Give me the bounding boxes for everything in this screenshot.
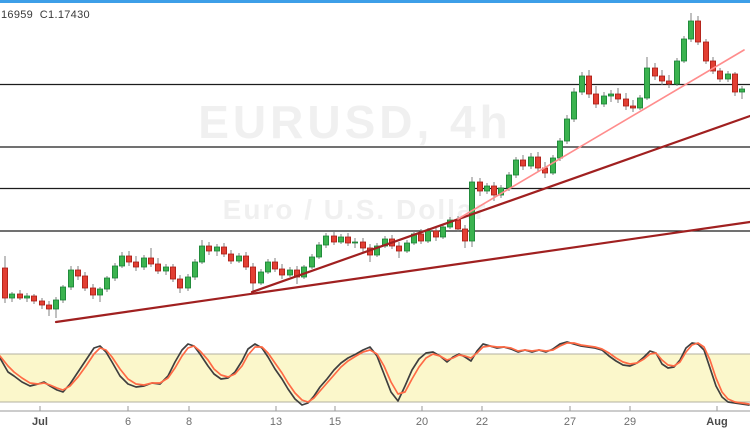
trading-chart-window: 16959 C1.17430 EURUSD, 4h Euro / U.S. Do…	[0, 0, 750, 430]
time-axis-label: 22	[476, 416, 488, 428]
time-axis-label: 13	[270, 416, 282, 428]
support-trendline-steep	[250, 114, 750, 294]
time-axis-label: 20	[416, 416, 428, 428]
ohlc-readout: 16959 C1.17430	[1, 9, 90, 21]
candles-layer	[2, 13, 746, 318]
time-axis-label: 6	[125, 416, 131, 428]
time-axis-label: Aug	[706, 416, 727, 428]
chart-canvas[interactable]: Jul 6 8 13 15 20 22 27 29 Aug	[0, 0, 750, 430]
time-axis-label: 15	[329, 416, 341, 428]
time-axis[interactable]: Jul 6 8 13 15 20 22 27 29 Aug	[0, 406, 750, 428]
time-axis-label: 27	[564, 416, 576, 428]
time-axis-label: 8	[186, 416, 192, 428]
support-trendline-shallow	[54, 220, 750, 324]
accelerated-trendline	[457, 49, 745, 220]
time-axis-label: 29	[624, 416, 636, 428]
time-axis-label: Jul	[32, 416, 48, 428]
